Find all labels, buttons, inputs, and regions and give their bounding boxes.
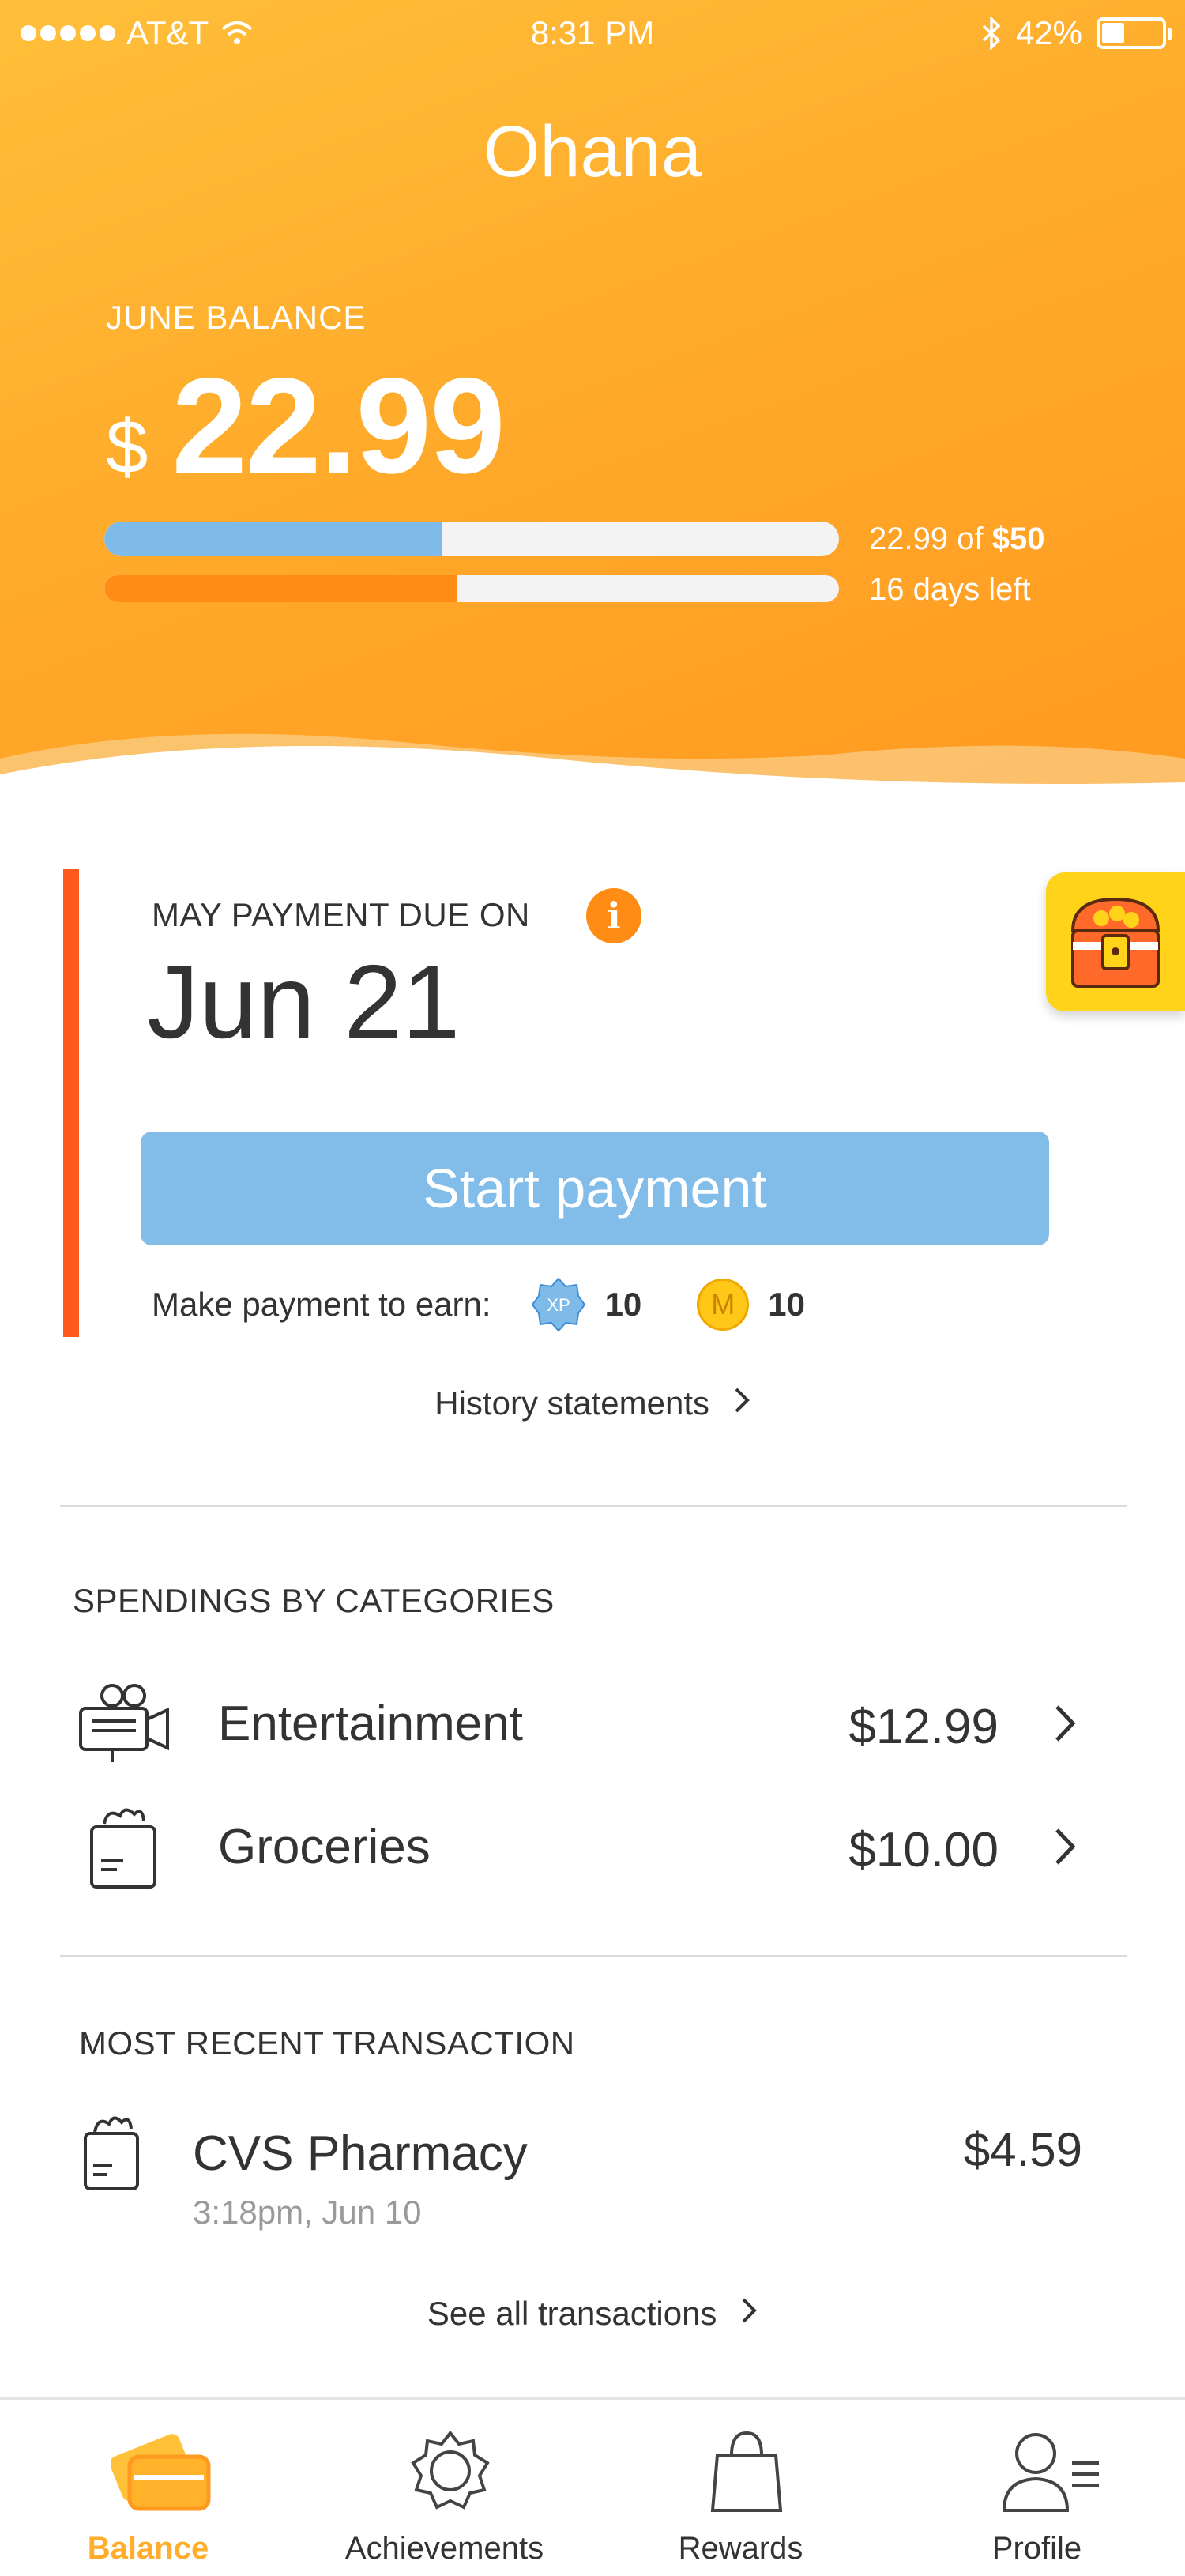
days-left-caption: 16 days left xyxy=(869,572,1031,607)
start-payment-button[interactable]: Start payment xyxy=(141,1132,1049,1245)
chevron-right-icon xyxy=(735,1388,750,1413)
spend-limit-text: $50 xyxy=(991,522,1045,556)
section-divider xyxy=(60,1505,1127,1507)
tab-achievements[interactable]: Achievements xyxy=(296,2400,592,2576)
category-amount: $12.99 xyxy=(848,1700,999,1754)
spend-progress-caption: 22.99 of $50 xyxy=(869,522,1044,557)
category-name: Groceries xyxy=(218,1820,431,1874)
info-icon[interactable]: i xyxy=(586,888,641,943)
days-progress-bar xyxy=(104,575,839,602)
category-row-entertainment[interactable]: Entertainment $12.99 xyxy=(0,1664,1185,1775)
category-name: Entertainment xyxy=(218,1697,523,1751)
currency-symbol: $ xyxy=(106,405,149,489)
tab-rewards[interactable]: Rewards xyxy=(592,2400,889,2576)
battery-percent: 42% xyxy=(1015,14,1082,51)
status-bar: AT&T 8:31 PM 42% xyxy=(0,0,1185,66)
chevron-right-icon xyxy=(1055,1705,1076,1742)
see-all-label: See all transactions xyxy=(427,2295,717,2332)
svg-text:XP: XP xyxy=(547,1295,570,1315)
payment-due-label: MAY PAYMENT DUE ON xyxy=(152,896,530,933)
battery-icon xyxy=(1097,17,1172,49)
chevron-right-icon xyxy=(742,2298,757,2323)
bag-icon xyxy=(710,2431,783,2512)
category-amount: $10.00 xyxy=(848,1823,999,1877)
spend-progress-fill xyxy=(104,522,442,556)
history-statements-label: History statements xyxy=(434,1384,710,1422)
battery-level xyxy=(1102,23,1124,43)
balance-value: $ 22.99 xyxy=(106,348,506,504)
transaction-amount: $4.59 xyxy=(963,2123,1082,2176)
tab-profile[interactable]: Profile xyxy=(889,2400,1185,2576)
category-row-groceries[interactable]: Groceries $10.00 xyxy=(0,1787,1185,1898)
grocery-bag-icon xyxy=(90,1808,156,1889)
xp-badge-icon: XP xyxy=(531,1277,585,1332)
due-accent-bar xyxy=(63,869,79,1337)
tab-balance[interactable]: Balance xyxy=(0,2400,296,2576)
status-right: 42% xyxy=(981,14,1172,52)
tab-label: Profile xyxy=(991,2531,1082,2566)
earn-label: Make payment to earn: xyxy=(152,1286,491,1323)
balance-header: AT&T 8:31 PM 42% Ohana JUNE BALANCE $ 22… xyxy=(0,0,1185,798)
camera-icon xyxy=(79,1684,169,1762)
tab-label: Rewards xyxy=(678,2531,803,2566)
balance-amount: 22.99 xyxy=(171,350,505,502)
spend-amount-text: 22.99 of xyxy=(869,522,984,556)
app-title: Ohana xyxy=(483,111,702,192)
balance-label: JUNE BALANCE xyxy=(106,299,367,336)
coin-reward-value: 10 xyxy=(768,1286,805,1323)
days-progress-fill xyxy=(104,575,457,602)
header-wave xyxy=(0,733,1185,798)
badge-icon xyxy=(411,2430,490,2510)
treasure-chest-button[interactable] xyxy=(1046,872,1185,1011)
card-icon xyxy=(111,2434,211,2511)
section-divider xyxy=(60,1955,1127,1957)
chevron-right-icon xyxy=(1055,1828,1076,1865)
recent-transaction-title: MOST RECENT TRANSACTION xyxy=(79,2024,575,2062)
spend-progress-bar xyxy=(104,522,839,556)
bottom-tab-bar: Balance Achievements Rewards Profile xyxy=(0,2397,1185,2576)
xp-reward-value: 10 xyxy=(604,1286,642,1323)
bluetooth-icon xyxy=(982,17,1001,50)
transaction-merchant[interactable]: CVS Pharmacy xyxy=(193,2126,528,2182)
grocery-bag-icon xyxy=(84,2116,139,2190)
treasure-chest-icon xyxy=(1070,897,1161,988)
coin-badge-icon: M xyxy=(697,1279,750,1331)
categories-title: SPENDINGS BY CATEGORIES xyxy=(73,1582,555,1619)
see-all-transactions-link[interactable]: See all transactions xyxy=(0,2295,1185,2333)
tab-label: Achievements xyxy=(344,2531,544,2566)
earn-rewards-row: Make payment to earn: XP 10 M 10 xyxy=(152,1277,860,1332)
transaction-time: 3:18pm, Jun 10 xyxy=(193,2194,422,2231)
tab-label: Balance xyxy=(87,2531,209,2566)
profile-icon xyxy=(1002,2433,1099,2512)
payment-due-date: Jun 21 xyxy=(147,943,461,1060)
history-statements-link[interactable]: History statements xyxy=(0,1384,1185,1422)
